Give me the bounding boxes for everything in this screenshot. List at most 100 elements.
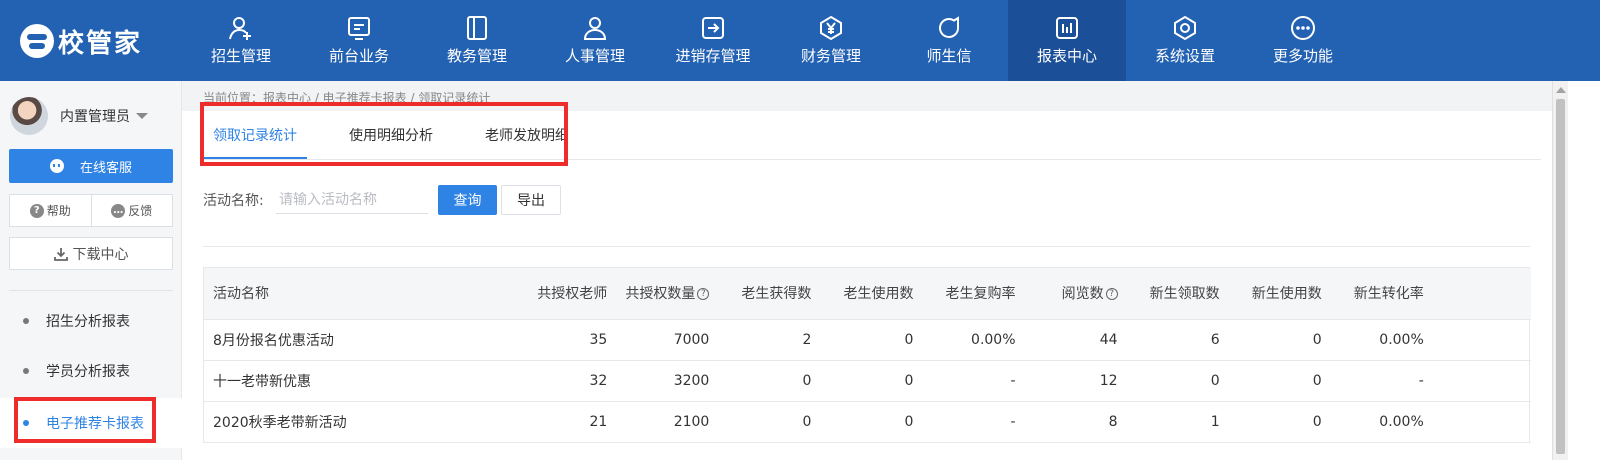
- cell-activity-name: 2020秋季老带新活动: [204, 401, 425, 443]
- col-views: 阅览数?: [1015, 268, 1118, 320]
- user-menu[interactable]: 内置管理员: [10, 97, 148, 135]
- cell-spacer: [1423, 401, 1531, 443]
- feedback-icon: …: [111, 203, 126, 218]
- scroll-up-icon[interactable]: [1556, 87, 1566, 93]
- question-icon[interactable]: ?: [1105, 288, 1118, 301]
- monitor-icon: [346, 15, 372, 41]
- table-header-row: 活动名称 共授权老师 共授权数量? 老生获得数 老生使用数 老生复购率 阅览数?…: [204, 268, 1531, 320]
- download-icon: [53, 247, 68, 261]
- cell-value: 0: [1117, 360, 1220, 402]
- nav-label: 师生信: [926, 47, 972, 65]
- chart-icon: [1054, 15, 1080, 41]
- col-label: 阅览数: [1061, 286, 1104, 303]
- online-service-button[interactable]: 在线客服: [9, 149, 173, 183]
- nav-item-reports[interactable]: 报表中心: [1008, 0, 1126, 81]
- book-icon: [464, 15, 490, 41]
- feedback-button[interactable]: … 反馈: [90, 195, 173, 226]
- export-button[interactable]: 导出: [501, 185, 561, 215]
- cell-value: 0: [811, 319, 914, 361]
- nav-item-front-desk[interactable]: 前台业务: [300, 0, 418, 81]
- col-old-obtained: 老生获得数: [709, 268, 812, 320]
- caret-down-icon: [136, 113, 148, 119]
- avatar: [10, 97, 48, 135]
- main-nav: 招生管理 前台业务 教务管理 人事管理 进销存管理 财务管理 师生信 报表中心: [182, 0, 1362, 81]
- activity-name-label: 活动名称:: [203, 193, 264, 209]
- nav-item-academic[interactable]: 教务管理: [418, 0, 536, 81]
- cell-value: -: [1321, 360, 1424, 402]
- help-feedback-row: ? 帮助 … 反馈: [9, 194, 173, 227]
- nav-item-messages[interactable]: 师生信: [890, 0, 1008, 81]
- col-authorized-count: 共授权数量?: [607, 268, 710, 320]
- nav-label: 招生管理: [210, 47, 271, 65]
- sidebar-item-highlight-box: [14, 397, 156, 443]
- sidebar-item-student-report[interactable]: 学员分析报表: [0, 346, 182, 396]
- cell-value: 12: [1015, 360, 1118, 402]
- nav-item-more[interactable]: 更多功能: [1244, 0, 1362, 81]
- col-old-used: 老生使用数: [811, 268, 914, 320]
- query-button[interactable]: 查询: [438, 185, 497, 215]
- cell-value: 7000: [607, 319, 710, 361]
- col-new-used: 新生使用数: [1219, 268, 1322, 320]
- logo-icon: [20, 24, 54, 58]
- sidebar-divider: [9, 290, 173, 291]
- cell-value: 0: [1219, 319, 1322, 361]
- nav-label: 更多功能: [1272, 47, 1333, 65]
- nav-item-inventory[interactable]: 进销存管理: [654, 0, 772, 81]
- nav-item-hr[interactable]: 人事管理: [536, 0, 654, 81]
- yen-hexagon-icon: [818, 15, 844, 41]
- vertical-scrollbar[interactable]: [1552, 81, 1568, 460]
- cell-value: -: [913, 360, 1016, 402]
- cell-value: 0: [709, 401, 812, 443]
- bullet-icon: [23, 318, 29, 324]
- col-old-repurchase-rate: 老生复购率: [913, 268, 1016, 320]
- nav-item-settings[interactable]: 系统设置: [1126, 0, 1244, 81]
- nav-label: 财务管理: [800, 47, 861, 65]
- cell-value: 3200: [607, 360, 710, 402]
- cell-value: 0: [709, 360, 812, 402]
- col-spacer: [1423, 268, 1531, 320]
- question-icon[interactable]: ?: [697, 288, 710, 301]
- arrow-box-icon: [700, 15, 726, 41]
- cell-value: 0: [811, 401, 914, 443]
- col-activity-name: 活动名称: [204, 268, 425, 320]
- table-row: 8月份报名优惠活动 35 7000 2 0 0.00% 44 6 0 0.00%: [204, 319, 1531, 361]
- more-icon: [1290, 15, 1316, 41]
- help-label: 帮助: [46, 204, 71, 218]
- nav-label: 教务管理: [446, 47, 507, 65]
- settings-icon: [1172, 15, 1198, 41]
- cell-activity-name: 8月份报名优惠活动: [204, 319, 425, 361]
- cell-value: 0.00%: [1321, 319, 1424, 361]
- cell-value: 0: [1219, 401, 1322, 443]
- help-button[interactable]: ? 帮助: [10, 195, 91, 226]
- nav-item-enrollment[interactable]: 招生管理: [182, 0, 300, 81]
- person-icon: [582, 15, 608, 41]
- cell-value: 21: [424, 401, 608, 443]
- activity-name-input[interactable]: [276, 186, 428, 214]
- nav-label: 前台业务: [328, 47, 389, 65]
- online-service-label: 在线客服: [79, 160, 132, 176]
- download-center-button[interactable]: 下载中心: [9, 237, 173, 270]
- tabs-highlight-box: [200, 102, 568, 166]
- cell-spacer: [1423, 319, 1531, 361]
- report-table: 活动名称 共授权老师 共授权数量? 老生获得数 老生使用数 老生复购率 阅览数?…: [203, 267, 1531, 443]
- user-plus-icon: [228, 15, 254, 41]
- cell-value: 44: [1015, 319, 1118, 361]
- sidebar-item-label: 学员分析报表: [46, 364, 130, 380]
- nav-item-finance[interactable]: 财务管理: [772, 0, 890, 81]
- logo-text: 校管家: [58, 28, 143, 59]
- nav-label: 进销存管理: [675, 47, 751, 65]
- cell-value: 0: [1219, 360, 1322, 402]
- cell-spacer: [1423, 360, 1531, 402]
- cell-activity-name: 十一老带新优惠: [204, 360, 425, 402]
- table-row: 十一老带新优惠 32 3200 0 0 - 12 0 0 -: [204, 360, 1531, 402]
- app-logo[interactable]: 校管家: [20, 22, 142, 60]
- cell-value: 0.00%: [1321, 401, 1424, 443]
- col-label: 共授权数量: [625, 286, 696, 303]
- scrollbar-thumb[interactable]: [1556, 99, 1565, 454]
- chat-face-icon: [49, 159, 64, 173]
- sidebar-item-enrollment-report[interactable]: 招生分析报表: [0, 296, 182, 346]
- cell-value: 0.00%: [913, 319, 1016, 361]
- user-name: 内置管理员: [60, 109, 130, 125]
- table-row: 2020秋季老带新活动 21 2100 0 0 - 8 1 0 0.00%: [204, 401, 1531, 443]
- cell-value: 8: [1015, 401, 1118, 443]
